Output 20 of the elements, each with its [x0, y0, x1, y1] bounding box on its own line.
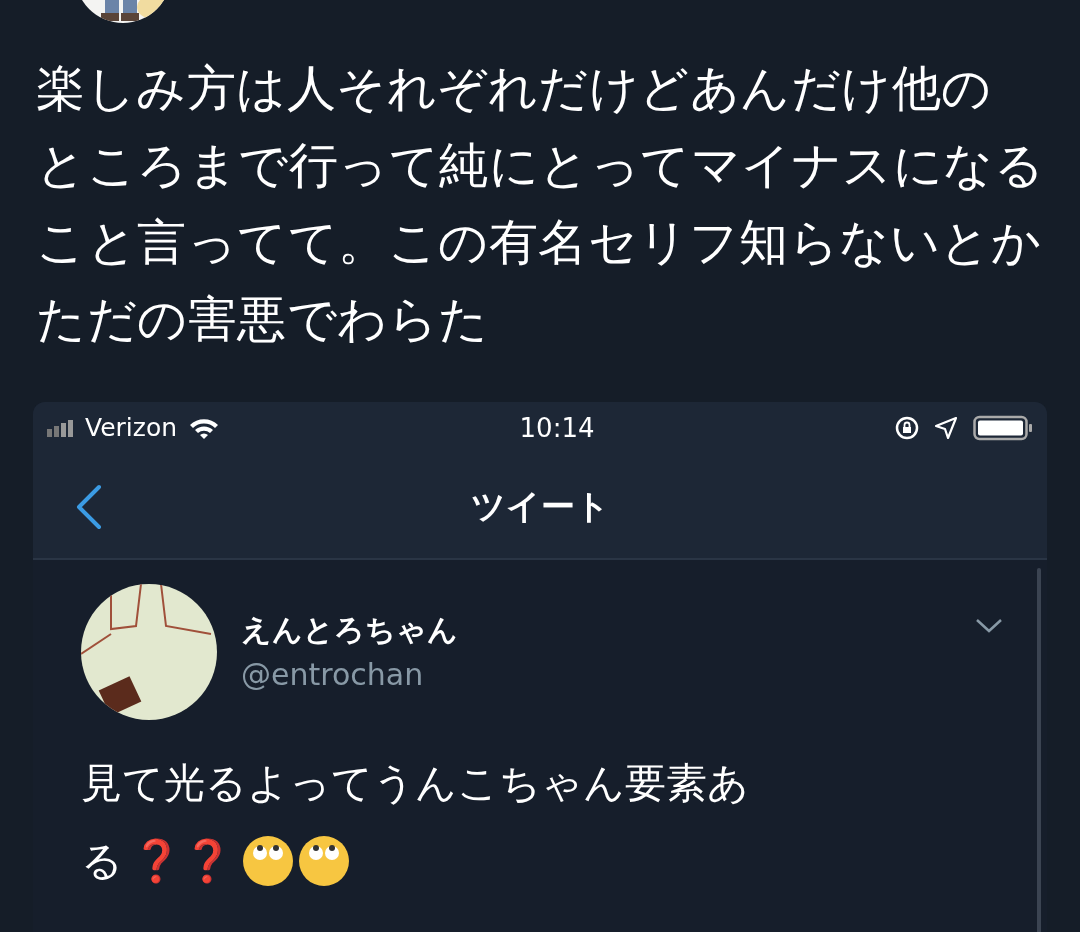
wifi-icon — [189, 417, 220, 439]
user-handle: @entrochan — [241, 656, 425, 694]
question-marks: ❓❓ — [131, 836, 233, 887]
status-time: 10:14 — [519, 411, 595, 445]
tweet-text: る — [81, 836, 123, 887]
post-text: こと言ってて。この有名セリフ知らないとか — [36, 213, 1042, 273]
post-text: ただの害悪でわらた — [36, 290, 490, 350]
tweet-text: 見て光るよってうんこちゃん要素あ — [81, 758, 750, 809]
emoji-icon — [241, 834, 351, 888]
scrollbar[interactable] — [1037, 568, 1041, 932]
post-text: 楽しみ方は人それぞれだけどあんだけ他の — [36, 59, 993, 119]
location-arrow-icon — [935, 417, 957, 439]
chevron-down-icon[interactable] — [975, 618, 1003, 634]
post-text: ところまで行って純にとってマイナスになる — [36, 136, 1045, 196]
carrier-name: Verizon — [85, 412, 178, 445]
rotation-lock-icon — [895, 416, 919, 440]
nav-title: ツイート — [470, 484, 610, 528]
back-icon[interactable] — [75, 484, 103, 530]
battery-icon — [973, 415, 1033, 441]
display-name: えんとろちゃん — [241, 611, 458, 649]
